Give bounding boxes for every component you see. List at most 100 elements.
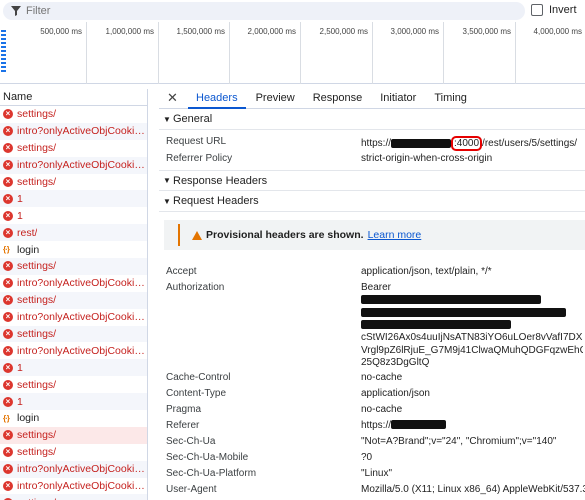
filter-box[interactable] (3, 2, 525, 20)
header-row-user-agent: User-Agent Mozilla/5.0 (X11; Linux x86_6… (166, 483, 585, 495)
error-icon: × (3, 396, 13, 407)
request-row[interactable]: × intro?onlyActiveObjCookie... (0, 309, 147, 326)
error-icon: × (3, 227, 13, 238)
provisional-headers-banner: Provisional headers are shown. Learn mor… (164, 220, 585, 250)
request-name: rest/ (17, 226, 38, 239)
request-name: intro?onlyActiveObjCookie... (17, 344, 147, 357)
request-row[interactable]: × intro?onlyActiveObjCookie... (0, 156, 147, 174)
timeline-tick-label: 2,500,000 ms (319, 27, 368, 36)
request-row[interactable]: ×settings/ (0, 106, 147, 123)
request-name: settings/ (17, 260, 57, 273)
referrer-policy-value: strict-origin-when-cross-origin (361, 153, 493, 164)
error-icon: × (3, 481, 13, 492)
request-row[interactable]: × 1 (0, 393, 147, 411)
tab-preview[interactable]: Preview (256, 92, 295, 108)
request-row[interactable]: × settings/ (0, 258, 147, 275)
timeline-gridline (372, 22, 373, 84)
filter-input[interactable] (26, 5, 506, 17)
name-column-header[interactable]: Name (0, 89, 147, 106)
referrer-policy-row: Referrer Policy strict-origin-when-cross… (159, 151, 585, 167)
request-name: settings/ (17, 378, 57, 391)
request-row[interactable]: × intro?onlyActiveObjCookie... (0, 122, 147, 140)
error-icon: × (3, 447, 13, 458)
header-row-pragma: Pragma no-cache (166, 403, 403, 415)
triangle-down-icon: ▼ (163, 114, 171, 124)
request-name: settings/ (17, 429, 57, 442)
request-row[interactable]: ×settings/ (0, 494, 147, 500)
header-row-authorization: Authorization Bearer cStWI26Ax0s4uuIjNsA… (166, 282, 583, 368)
request-name: 1 (17, 395, 23, 408)
header-row-sec-ch-ua-platform: Sec-Ch-Ua-Platform "Linux" (166, 467, 393, 479)
request-name: intro?onlyActiveObjCookie... (17, 159, 147, 172)
invert-checkbox[interactable] (531, 4, 543, 16)
request-row[interactable]: ×settings/ (0, 174, 147, 191)
timeline-tick-label: 3,500,000 ms (462, 27, 511, 36)
filter-bar: Invert (0, 0, 585, 22)
request-name: settings/ (17, 328, 57, 341)
tab-initiator[interactable]: Initiator (380, 92, 416, 108)
request-name: settings/ (17, 176, 57, 188)
request-headers-section[interactable]: ▼ Request Headers (159, 191, 585, 212)
request-list: Name × settings/ × intro?onlyActiveObjCooki… (0, 89, 148, 500)
request-row[interactable]: × intro?onlyActiveObjCookie... (0, 275, 147, 292)
tab-headers[interactable]: Headers (188, 92, 246, 109)
request-headers-title: Request Headers (173, 195, 259, 207)
request-row[interactable]: ×settings/ (0, 444, 147, 461)
error-icon: × (3, 345, 13, 356)
invert-toggle[interactable]: Invert (531, 4, 577, 16)
request-row[interactable]: ×settings/ (0, 291, 147, 309)
response-headers-title: Response Headers (173, 174, 268, 187)
error-icon: × (3, 261, 13, 272)
error-icon: × (3, 379, 13, 390)
request-name: login (17, 243, 40, 256)
tab-response[interactable]: Response (313, 92, 363, 108)
error-icon: × (3, 143, 13, 154)
request-row[interactable]: × intro?onlyActiveObjCookie... (0, 460, 147, 478)
request-row[interactable]: × 1 (0, 190, 147, 208)
timeline-tick-label: 1,500,000 ms (176, 27, 225, 36)
request-name: intro?onlyActiveObjCookie... (17, 125, 147, 138)
request-name: 1 (17, 209, 23, 222)
request-row[interactable]: × 1 (0, 207, 147, 224)
request-name: settings/ (17, 108, 57, 121)
request-row[interactable]: ×settings/ (0, 325, 147, 343)
request-row[interactable]: × intro?onlyActiveObjCookie... (0, 478, 147, 495)
request-row[interactable]: ×settings/ (0, 426, 147, 444)
response-headers-section[interactable]: ▼ Response Headers (159, 170, 585, 191)
request-url-value: https://:4000/rest/users/5/settings/ (361, 136, 578, 151)
request-row[interactable]: {·} login (0, 410, 147, 427)
header-row-sec-ch-ua: Sec-Ch-Ua "Not=A?Brand";v="24", "Chromiu… (166, 435, 557, 447)
general-section-header[interactable]: ▼ General (159, 109, 585, 130)
timeline-tick-label: 3,000,000 ms (390, 27, 439, 36)
redaction-mark (391, 138, 452, 148)
request-row[interactable]: {·} login (0, 241, 147, 258)
request-row[interactable]: × intro?onlyActiveObjCookie... (0, 342, 147, 359)
request-row[interactable]: × 1 (0, 359, 147, 377)
referrer-policy-label: Referrer Policy (166, 153, 233, 164)
timeline-tick-label: 2,000,000 ms (247, 27, 296, 36)
header-row-cache-control: Cache-Control no-cache (166, 371, 403, 383)
request-name: intro?onlyActiveObjCookie... (17, 277, 147, 290)
provisional-text: Provisional headers are shown. (206, 229, 364, 241)
timeline-tick-label: 500,000 ms (40, 27, 82, 36)
filter-icon (11, 6, 21, 16)
authorization-value: Bearer cStWI26Ax0s4uuIjNsATN83iYO6uLOer8… (361, 282, 583, 368)
learn-more-link[interactable]: Learn more (368, 229, 422, 241)
redaction-mark (391, 420, 447, 430)
triangle-down-icon: ▼ (163, 196, 171, 206)
request-url-label: Request URL (166, 136, 227, 147)
request-row[interactable]: × settings/ (0, 376, 147, 393)
request-name: login (17, 412, 40, 425)
header-row-content-type: Content-Type application/json (166, 387, 430, 399)
request-details-panel: ✕ Headers Preview Response Initiator Tim… (159, 89, 585, 500)
error-icon: × (3, 312, 13, 323)
error-icon: × (3, 295, 13, 306)
request-row[interactable]: ×settings/ (0, 140, 147, 157)
network-overview[interactable]: 500,000 ms 1,000,000 ms 1,500,000 ms 2,000,… (0, 22, 585, 84)
header-row-referer: Referer https:// (159, 418, 585, 434)
close-icon[interactable]: ✕ (167, 91, 178, 105)
tab-timing[interactable]: Timing (434, 92, 467, 108)
timeline-gridline (300, 22, 301, 84)
timeline-gridline (515, 22, 516, 84)
request-row[interactable]: × rest/ (0, 224, 147, 242)
